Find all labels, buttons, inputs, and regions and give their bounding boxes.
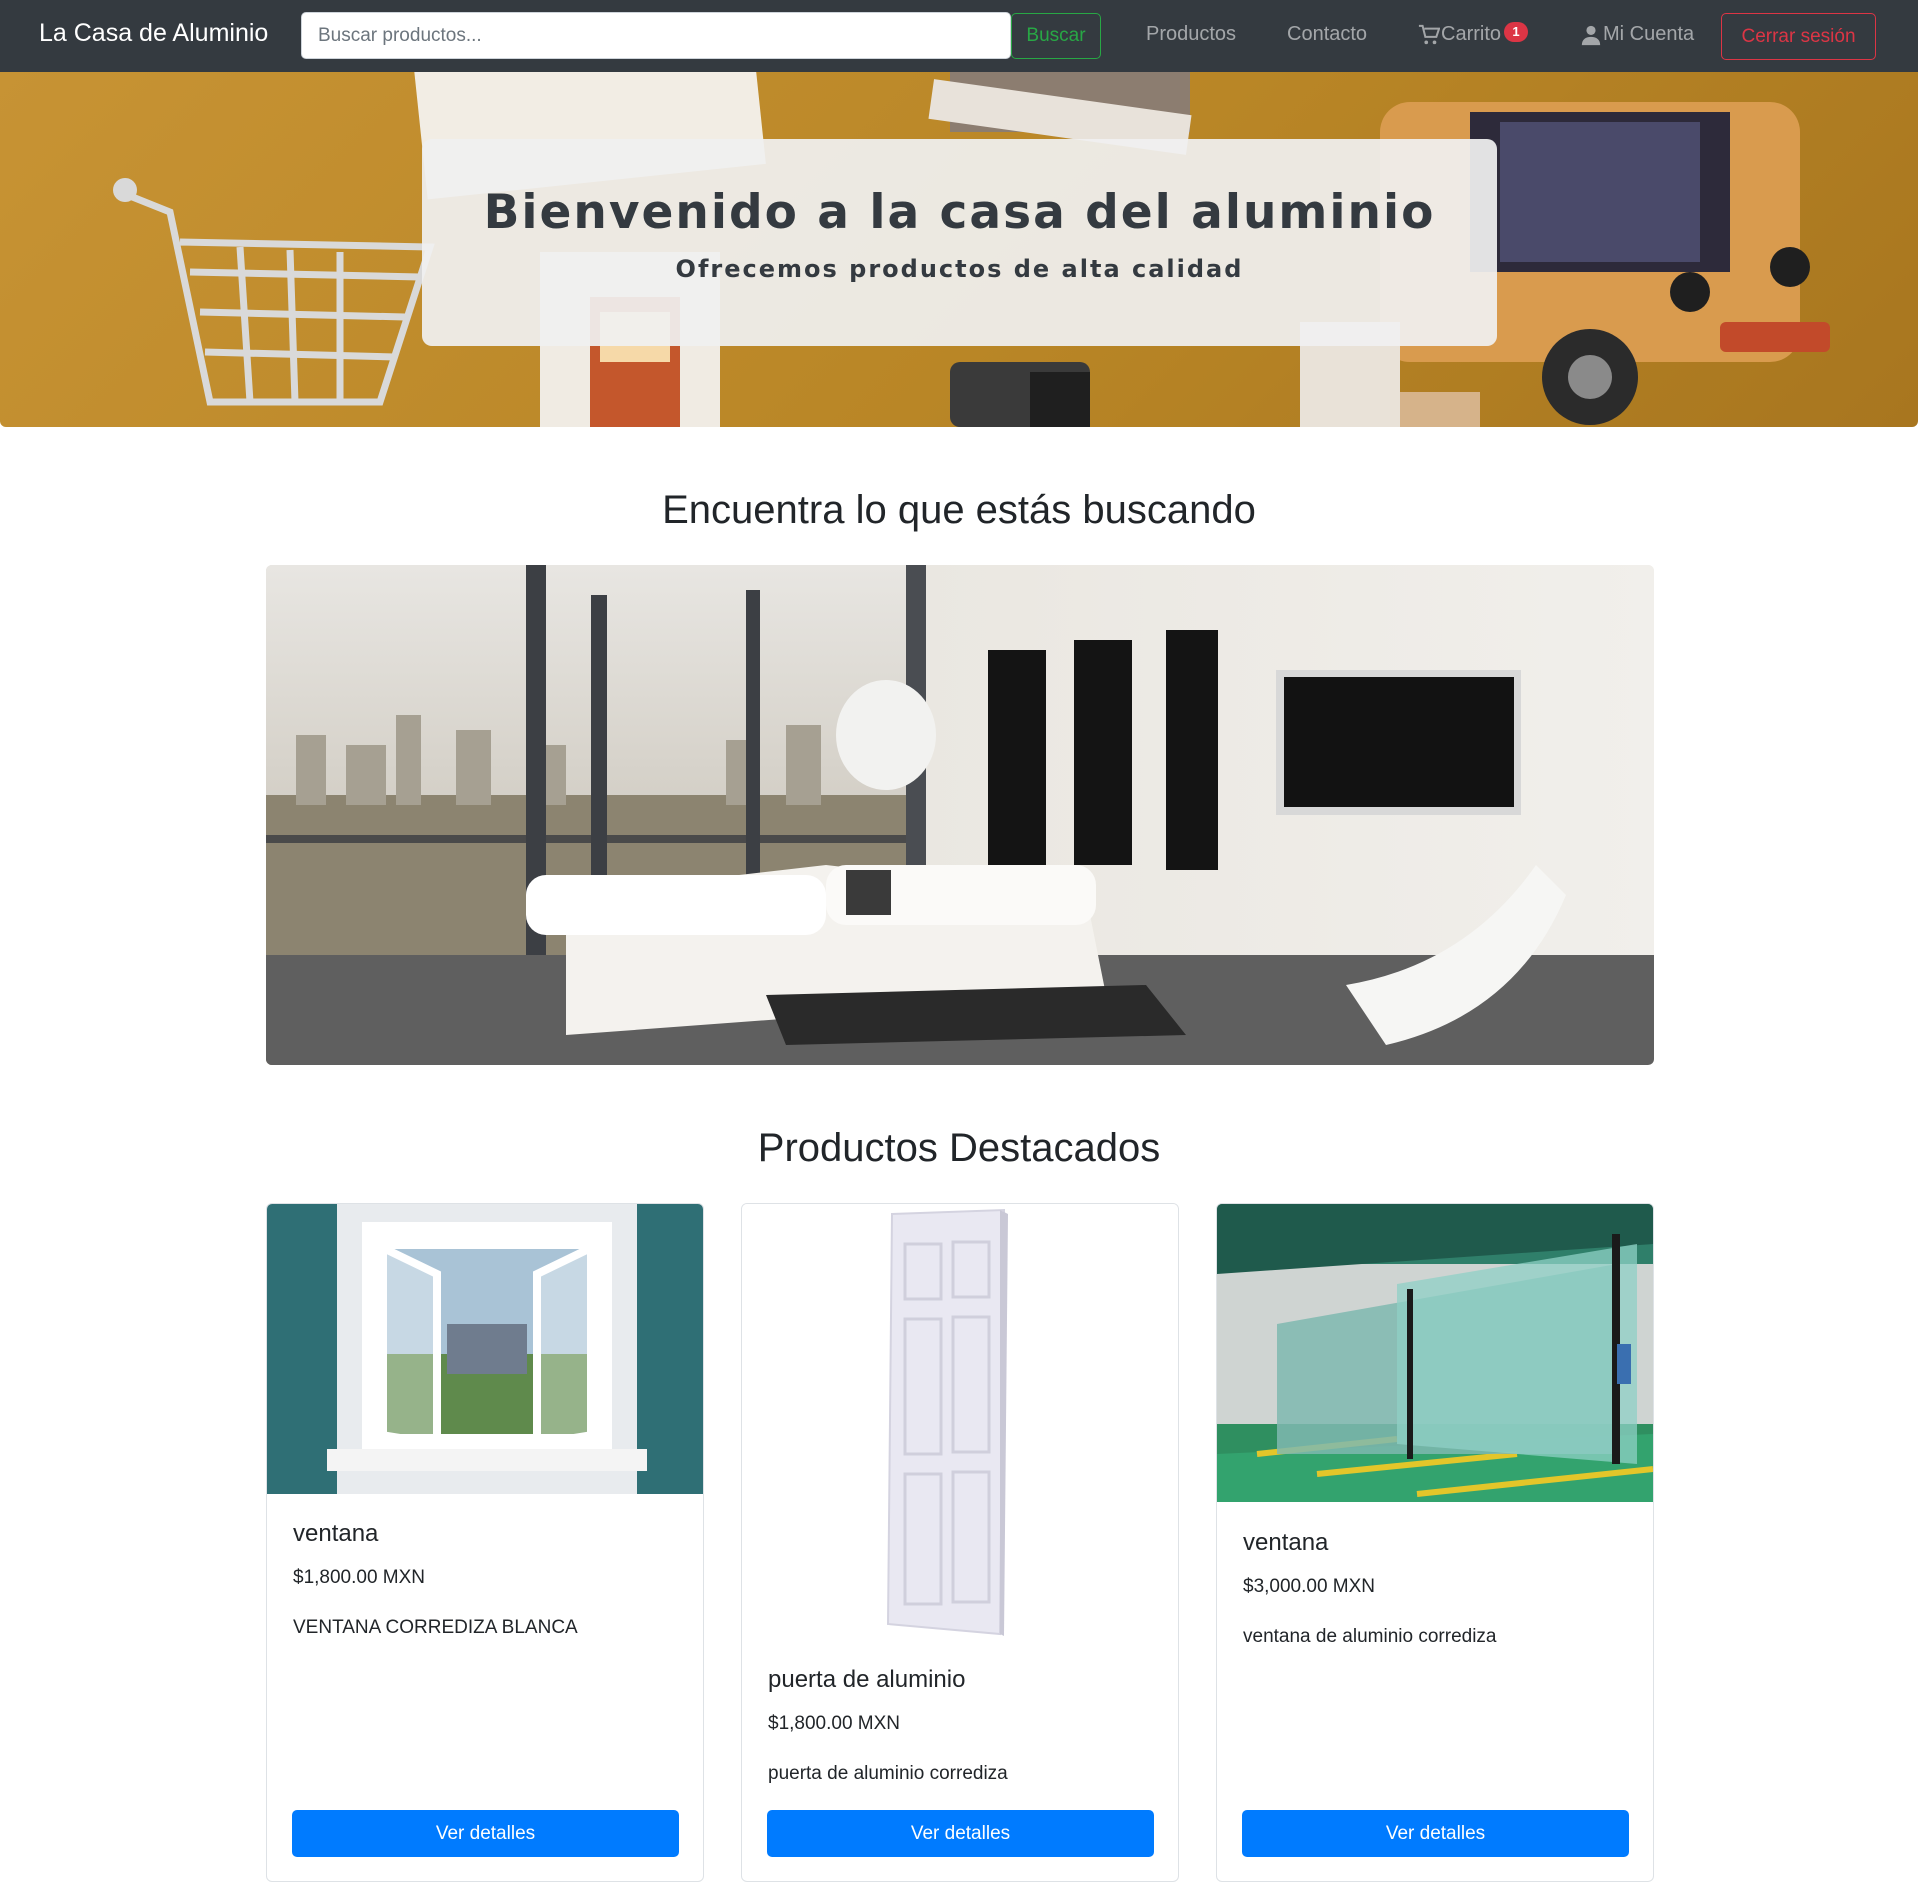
living-room-image: [266, 565, 1654, 1065]
product-price: $1,800.00 MXN: [293, 1567, 426, 1588]
nav-link-contact[interactable]: Contacto: [1287, 23, 1367, 46]
product-description: ventana de aluminio corrediza: [1243, 1626, 1497, 1647]
product-card: ventana $3,000.00 MXN ventana de alumini…: [1216, 1203, 1654, 1882]
cart-label: Carrito: [1441, 23, 1502, 45]
product-name: puerta de aluminio: [768, 1666, 966, 1693]
product-description: VENTANA CORREDIZA BLANCA: [293, 1617, 578, 1638]
user-icon: [1581, 25, 1601, 45]
logout-button[interactable]: Cerrar sesión: [1721, 13, 1876, 60]
view-details-button[interactable]: Ver detalles: [292, 1810, 679, 1857]
product-card: ventana $1,800.00 MXN VENTANA CORREDIZA …: [266, 1203, 704, 1882]
navbar: La Casa de Aluminio Buscar Productos Con…: [0, 0, 1918, 72]
hero-subtitle: Ofrecemos productos de alta calidad: [675, 255, 1244, 283]
nav-link-products[interactable]: Productos: [1146, 23, 1236, 46]
product-price: $1,800.00 MXN: [768, 1713, 901, 1734]
product-price: $3,000.00 MXN: [1243, 1576, 1376, 1597]
find-section-title: Encuentra lo que estás buscando: [662, 488, 1256, 532]
hero-title: Bienvenido a la casa del aluminio: [483, 185, 1436, 240]
nav-link-cart[interactable]: Carrito 1: [1418, 21, 1529, 46]
view-details-button[interactable]: Ver detalles: [1242, 1810, 1629, 1857]
brand-logo-link[interactable]: La Casa de Aluminio: [39, 19, 268, 48]
product-name: ventana: [293, 1520, 379, 1547]
featured-section-title: Productos Destacados: [757, 1126, 1161, 1170]
product-image: [1217, 1204, 1653, 1502]
product-description: puerta de aluminio corrediza: [768, 1763, 1008, 1784]
cart-icon: [1418, 24, 1440, 44]
product-image: [267, 1204, 703, 1494]
product-card: puerta de aluminio $1,800.00 MXN puerta …: [741, 1203, 1179, 1882]
hero-banner: Bienvenido a la casa del aluminio Ofrece…: [0, 72, 1918, 427]
search-input[interactable]: [301, 12, 1011, 59]
view-details-button[interactable]: Ver detalles: [767, 1810, 1154, 1857]
nav-link-account[interactable]: Mi Cuenta: [1580, 23, 1694, 46]
product-name: ventana: [1243, 1529, 1329, 1556]
cart-count-badge: 1: [1504, 21, 1529, 42]
search-button[interactable]: Buscar: [1011, 13, 1101, 59]
account-label: Mi Cuenta: [1603, 23, 1695, 45]
product-image: [742, 1204, 1178, 1644]
hero-welcome-box: Bienvenido a la casa del aluminio Ofrece…: [422, 139, 1497, 346]
